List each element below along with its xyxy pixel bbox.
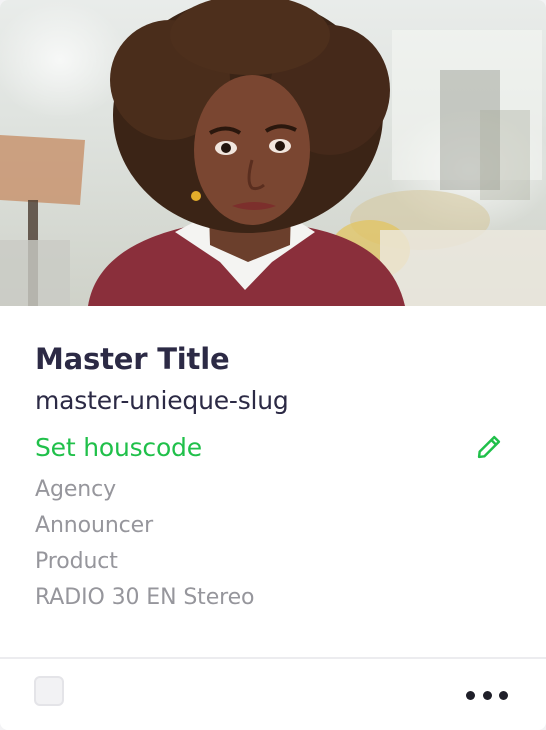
more-options-button[interactable] [462, 680, 512, 710]
master-card: Master Title master-unieque-slug Set hou… [0, 0, 546, 730]
announcer-label: Announcer [35, 513, 154, 538]
format-label: RADIO 30 EN Stereo [35, 585, 255, 610]
more-horizontal-icon [482, 690, 492, 700]
product-label: Product [35, 549, 118, 574]
pencil-icon [477, 435, 501, 459]
master-title: Master Title [35, 342, 230, 376]
card-body: Master Title master-unieque-slug Set hou… [35, 338, 515, 616]
more-horizontal-icon [499, 690, 508, 700]
housecode-row: Set houscode [35, 428, 515, 472]
edit-button[interactable] [473, 431, 505, 463]
master-slug: master-unieque-slug [35, 386, 289, 415]
card-divider [0, 657, 546, 659]
agency-label: Agency [35, 477, 117, 502]
select-checkbox[interactable] [34, 676, 64, 706]
master-thumbnail[interactable] [0, 0, 546, 306]
set-housecode-link[interactable]: Set houscode [35, 433, 202, 462]
more-horizontal-icon [466, 690, 475, 700]
thumbnail-image [0, 0, 546, 306]
